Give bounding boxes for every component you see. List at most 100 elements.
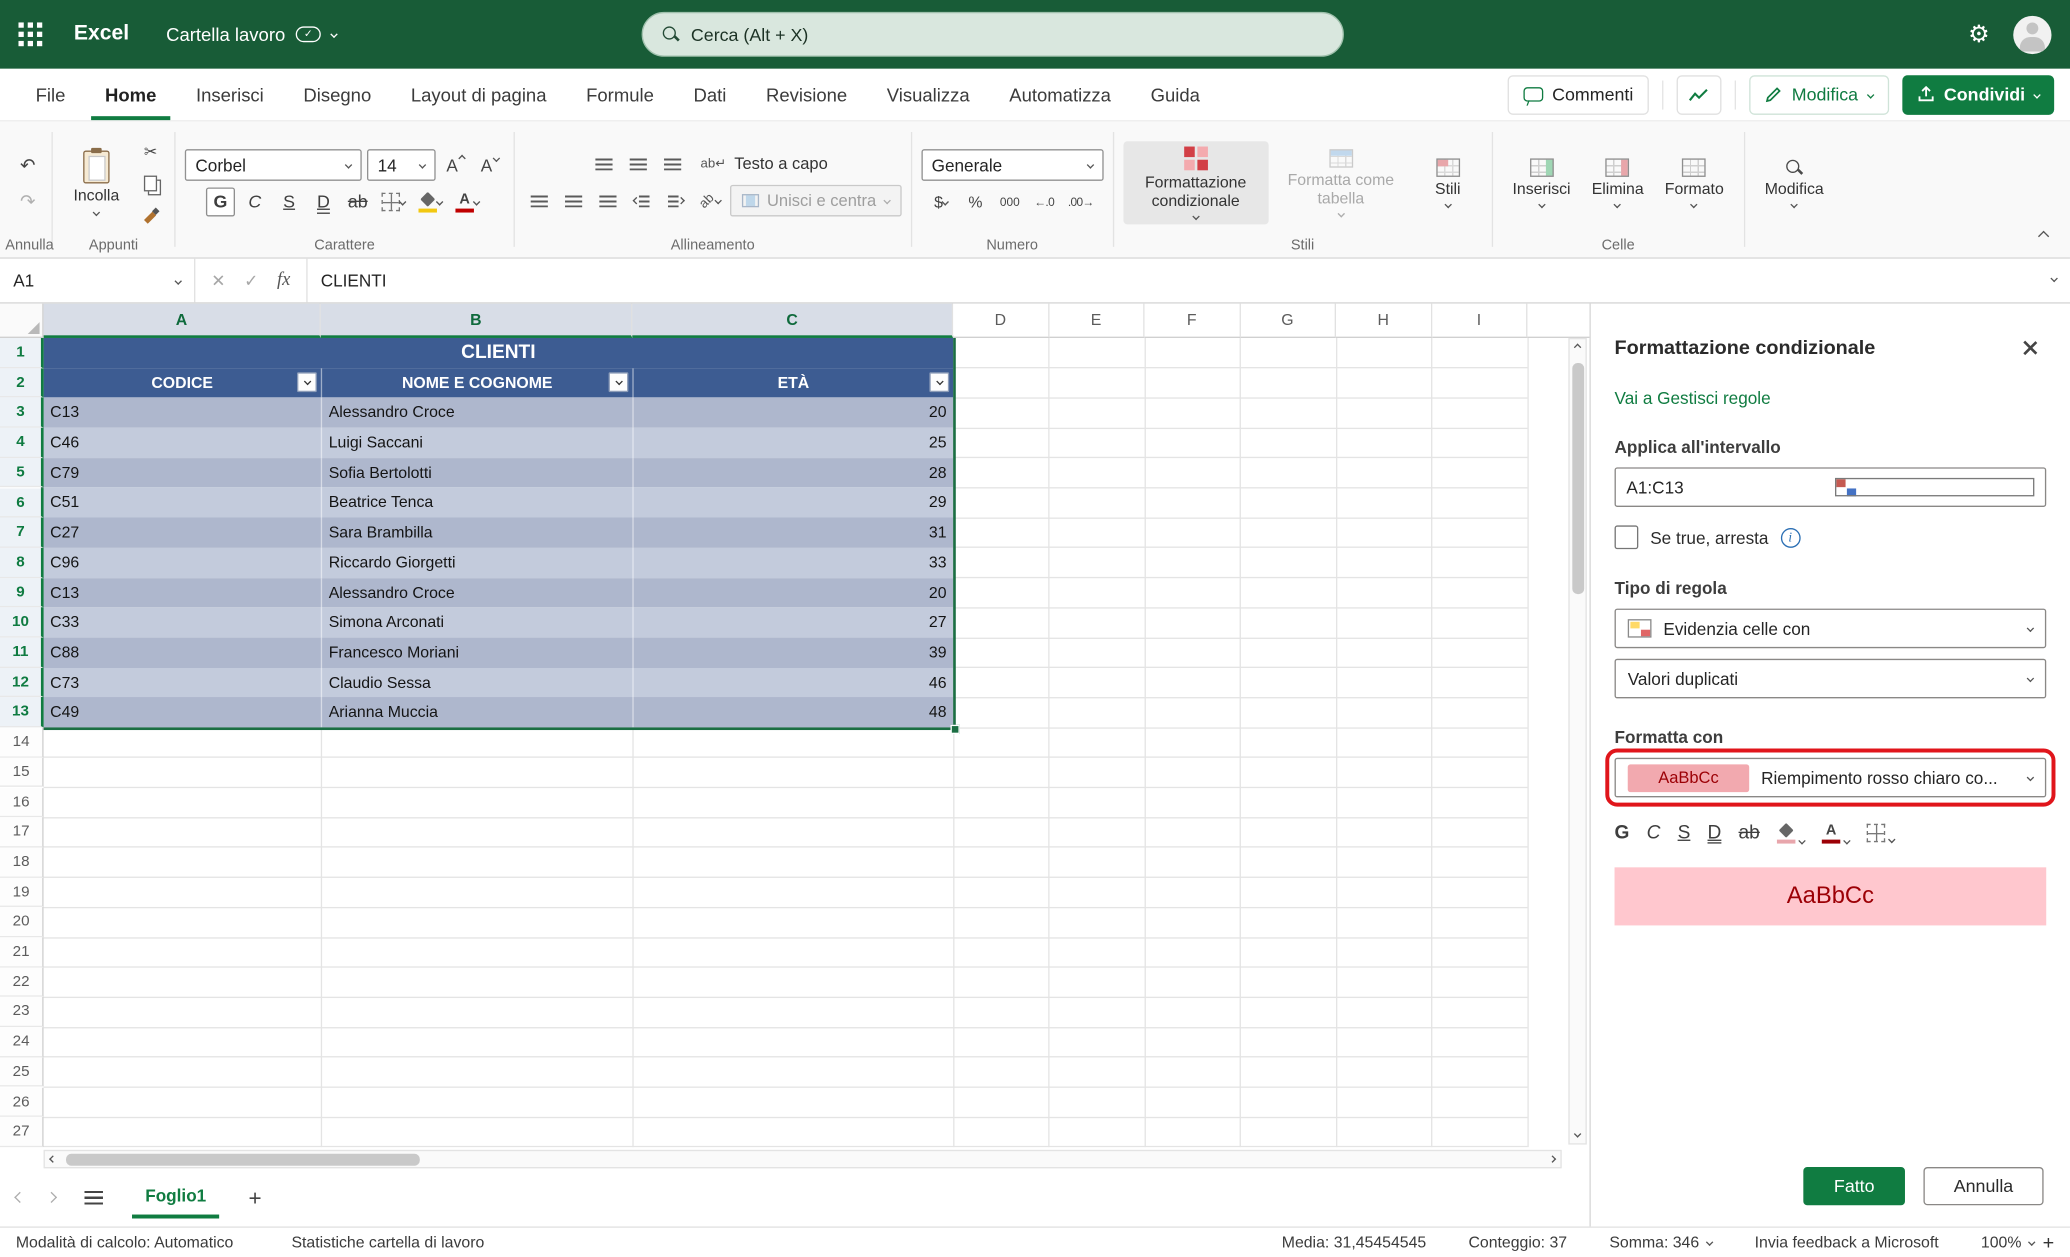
row-header-24[interactable]: 24 — [0, 1027, 44, 1057]
undo-button[interactable]: ↶ — [13, 150, 42, 179]
zoom-control[interactable]: 100%+ — [1981, 1231, 2054, 1253]
column-header-G[interactable]: G — [1240, 304, 1336, 338]
info-icon[interactable]: i — [1780, 527, 1800, 547]
table-row[interactable]: C13Alessandro Croce20 — [44, 398, 954, 428]
table-cell[interactable]: 29 — [632, 488, 953, 518]
table-cell[interactable]: C49 — [44, 697, 321, 727]
search-box[interactable] — [642, 12, 1344, 57]
select-range-icon[interactable] — [1834, 478, 2034, 496]
double-underline-button[interactable]: D — [309, 187, 338, 216]
table-cell[interactable]: C13 — [44, 398, 321, 428]
decrease-decimal-button[interactable]: .00→ — [1064, 187, 1098, 216]
table-cell[interactable]: 27 — [632, 608, 953, 638]
table-cell[interactable]: C51 — [44, 488, 321, 518]
ribbon-tab-guida[interactable]: Guida — [1136, 69, 1214, 120]
table-cell[interactable]: Alessandro Croce — [321, 578, 633, 608]
filter-button[interactable] — [929, 373, 949, 393]
increase-font-size-button[interactable]: A — [441, 150, 470, 179]
table-cell[interactable]: 28 — [632, 458, 953, 488]
next-sheet-icon[interactable] — [46, 1192, 57, 1203]
row-header-12[interactable]: 12 — [0, 668, 44, 698]
row-header-1[interactable]: 1 — [0, 338, 44, 368]
row-header-19[interactable]: 19 — [0, 877, 44, 907]
calc-mode-status[interactable]: Modalità di calcolo: Automatico — [16, 1233, 234, 1251]
sparkline-button[interactable] — [1677, 75, 1722, 115]
grid[interactable]: CLIENTI CODICENOME E COGNOMEETÀ C13Aless… — [0, 304, 1589, 1148]
done-button[interactable]: Fatto — [1804, 1167, 1905, 1205]
row-header-5[interactable]: 5 — [0, 458, 44, 488]
table-row[interactable]: C27Sara Brambilla31 — [44, 518, 954, 548]
align-bottom-button[interactable] — [658, 149, 687, 178]
orientation-button[interactable]: ab — [696, 186, 725, 215]
table-row[interactable]: C49Arianna Muccia48 — [44, 697, 954, 727]
scroll-up-icon[interactable] — [1573, 343, 1580, 350]
table-row[interactable]: C88Francesco Moriani39 — [44, 637, 954, 667]
table-row[interactable]: C96Riccardo Giorgetti33 — [44, 548, 954, 578]
currency-format-button[interactable]: $ — [927, 187, 956, 216]
column-header-C[interactable]: C — [632, 304, 953, 338]
delete-cells-button[interactable]: Elimina — [1581, 153, 1654, 213]
rule-type-dropdown[interactable]: Evidenzia celle con — [1615, 609, 2047, 649]
avatar[interactable] — [2013, 15, 2051, 53]
column-header-D[interactable]: D — [953, 304, 1049, 338]
ribbon-tab-formule[interactable]: Formule — [572, 69, 669, 120]
row-header-3[interactable]: 3 — [0, 398, 44, 428]
column-header-H[interactable]: H — [1336, 304, 1432, 338]
table-cell[interactable]: 31 — [632, 518, 953, 548]
font-color-button[interactable] — [1822, 824, 1850, 844]
row-header-17[interactable]: 17 — [0, 817, 44, 847]
table-cell[interactable]: Sara Brambilla — [321, 518, 633, 548]
conditional-formatting-button[interactable]: Formattazione condizionale — [1123, 141, 1268, 225]
search-input[interactable] — [691, 24, 1324, 44]
italic-button[interactable]: C — [240, 187, 269, 216]
row-header-11[interactable]: 11 — [0, 638, 44, 668]
vertical-scroll-thumb[interactable] — [1572, 363, 1584, 594]
ribbon-tab-automatizza[interactable]: Automatizza — [995, 69, 1126, 120]
strikethrough-button[interactable]: ab — [1739, 821, 1760, 846]
row-header-18[interactable]: 18 — [0, 847, 44, 877]
row-header-25[interactable]: 25 — [0, 1057, 44, 1087]
merge-center-button[interactable]: Unisci e centra — [730, 185, 901, 217]
confirm-entry-icon[interactable]: ✓ — [244, 270, 258, 291]
table-cell[interactable]: C96 — [44, 548, 321, 578]
rule-value-dropdown[interactable]: Valori duplicati — [1615, 659, 2047, 699]
add-sheet-button[interactable]: + — [248, 1186, 261, 1208]
increase-decimal-button[interactable]: ←.0 — [1030, 187, 1059, 216]
workbook-stats-button[interactable]: Statistiche cartella di lavoro — [291, 1233, 484, 1251]
table-row[interactable]: C73Claudio Sessa46 — [44, 667, 954, 697]
status-somma[interactable]: Somma: 346 — [1609, 1233, 1712, 1251]
scroll-down-icon[interactable] — [1573, 1130, 1580, 1137]
table-row[interactable]: C79Sofia Bertolotti28 — [44, 458, 954, 488]
row-header-20[interactable]: 20 — [0, 907, 44, 937]
table-cell[interactable]: C27 — [44, 518, 321, 548]
row-header-21[interactable]: 21 — [0, 937, 44, 967]
table-cell[interactable]: C33 — [44, 608, 321, 638]
row-header-15[interactable]: 15 — [0, 757, 44, 787]
fill-color-button[interactable] — [415, 187, 447, 216]
status-media[interactable]: Media: 31,45454545 — [1282, 1233, 1426, 1251]
close-panel-button[interactable] — [2012, 330, 2046, 364]
double-underline-button[interactable]: D — [1708, 821, 1722, 846]
ribbon-tab-revisione[interactable]: Revisione — [751, 69, 861, 120]
table-cell[interactable]: 48 — [632, 697, 953, 727]
ribbon-tab-dati[interactable]: Dati — [679, 69, 741, 120]
ribbon-tab-file[interactable]: File — [21, 69, 80, 120]
ribbon-tab-inserisci[interactable]: Inserisci — [181, 69, 278, 120]
table-row[interactable]: C46Luigi Saccani25 — [44, 428, 954, 458]
row-header-10[interactable]: 10 — [0, 608, 44, 638]
italic-button[interactable]: C — [1647, 821, 1661, 846]
gear-icon[interactable]: ⚙ — [1968, 22, 1989, 46]
table-cell[interactable]: 46 — [632, 667, 953, 697]
insert-cells-button[interactable]: Inserisci — [1502, 153, 1581, 213]
cancel-button[interactable]: Annulla — [1923, 1167, 2043, 1205]
horizontal-scrollbar[interactable] — [0, 1150, 1589, 1171]
table-cell[interactable]: Alessandro Croce — [321, 398, 633, 428]
filter-button[interactable] — [297, 373, 317, 393]
comments-button[interactable]: Commenti — [1507, 75, 1649, 115]
row-header-26[interactable]: 26 — [0, 1087, 44, 1117]
table-cell[interactable]: 39 — [632, 637, 953, 667]
comma-format-button[interactable]: 000 — [995, 187, 1024, 216]
format-as-table-button[interactable]: Formatta come tabella — [1268, 144, 1413, 223]
table-cell[interactable]: Sofia Bertolotti — [321, 458, 633, 488]
table-cell[interactable]: C73 — [44, 667, 321, 697]
